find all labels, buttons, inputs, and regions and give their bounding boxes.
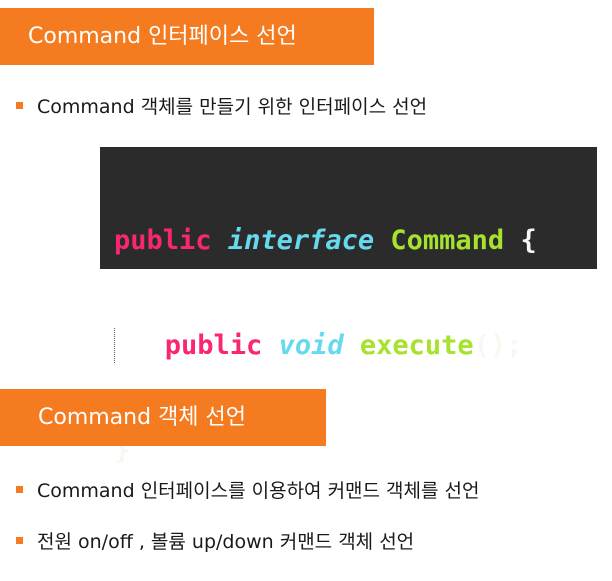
code-keyword: public xyxy=(164,330,263,361)
bullet-square-icon xyxy=(16,486,23,493)
code-line-1: public interface Command { xyxy=(114,223,597,258)
bullet-item: Command 객체를 만들기 위한 인터페이스 선언 xyxy=(16,92,427,119)
bullet-text: Command 객체를 만들기 위한 인터페이스 선언 xyxy=(37,96,428,118)
bullet-item: 전원 on/off , 볼륨 up/down 커맨드 객체 선언 xyxy=(16,527,414,554)
code-brace: { xyxy=(520,225,537,256)
bullet-text: 전원 on/off , 볼륨 up/down 커맨드 객체 선언 xyxy=(37,531,415,553)
code-line-2: public void execute (); xyxy=(114,328,597,363)
code-method: execute xyxy=(359,330,474,361)
bullet-item: Command 인터페이스를 이용하여 커맨드 객체를 선언 xyxy=(16,476,480,503)
bullet-square-icon xyxy=(16,537,23,544)
bullet-text: Command 인터페이스를 이용하여 커맨드 객체를 선언 xyxy=(37,480,480,502)
code-type: void xyxy=(278,330,344,361)
section-title-text: Command 객체 선언 xyxy=(38,404,247,430)
code-parens: (); xyxy=(473,330,523,361)
code-block: public interface Command { public void e… xyxy=(100,147,597,466)
code-type: interface xyxy=(227,225,375,256)
bullet-square-icon xyxy=(16,102,23,109)
section-title-command-interface: Command 인터페이스 선언 xyxy=(0,8,374,65)
section-title-command-object: Command 객체 선언 xyxy=(0,389,326,446)
code-keyword: public xyxy=(114,225,212,256)
code-identifier: Command xyxy=(390,225,505,256)
section-title-text: Command 인터페이스 선언 xyxy=(28,23,297,49)
